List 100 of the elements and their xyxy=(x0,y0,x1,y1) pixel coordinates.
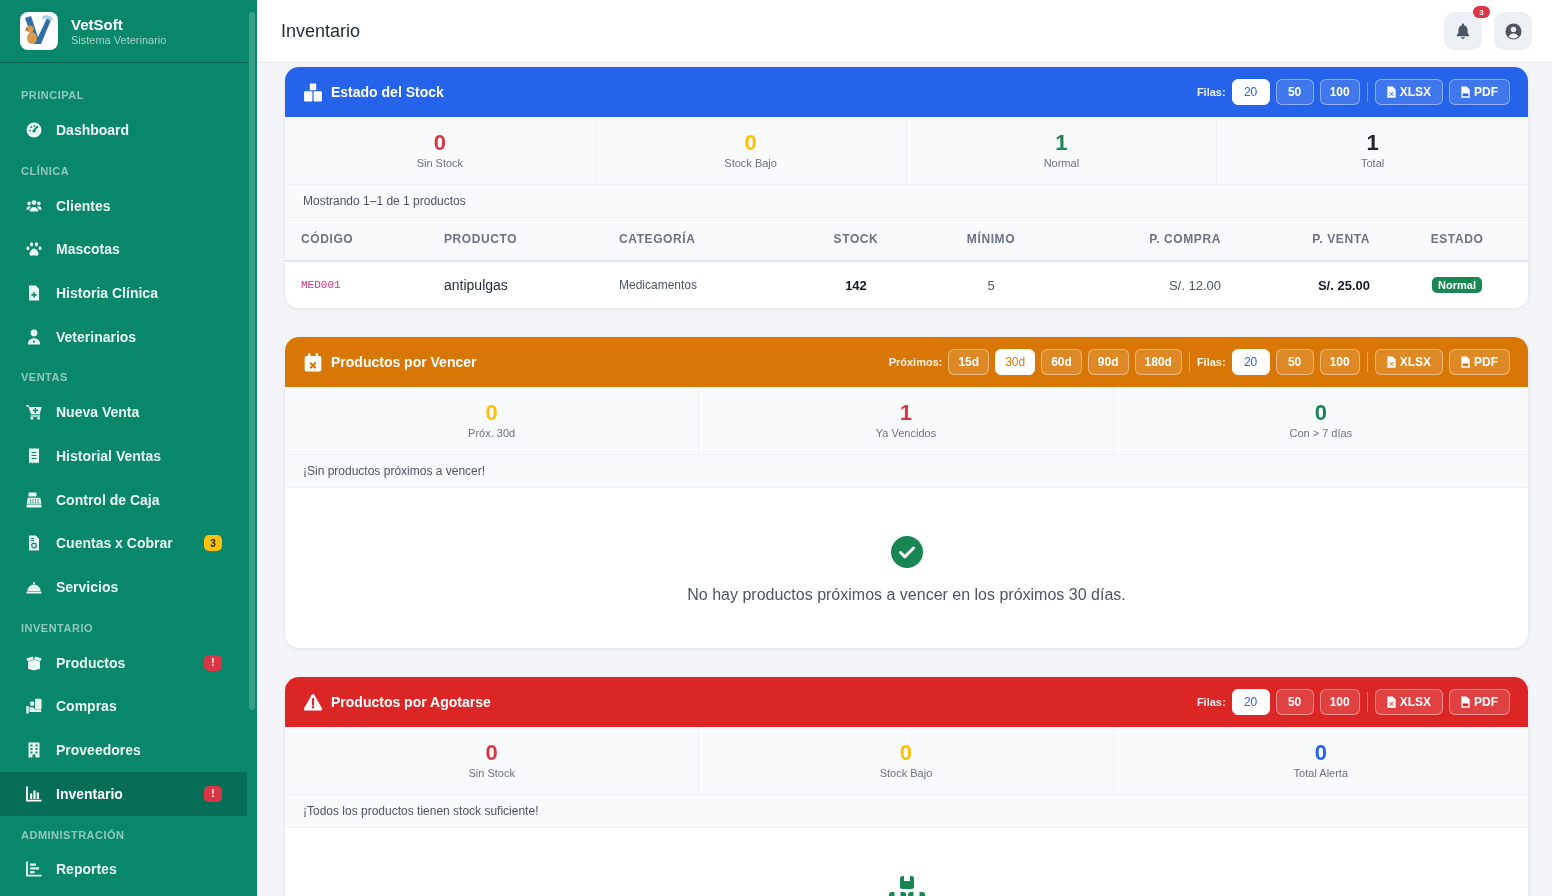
stat-label: Ya Vencidos xyxy=(875,426,937,440)
cash-register-icon xyxy=(26,491,42,508)
user-menu-button[interactable] xyxy=(1494,12,1532,50)
range-label: Próximos: xyxy=(888,356,943,368)
stat-value: 0 xyxy=(899,741,913,764)
nav-item[interactable]: Compras xyxy=(0,684,247,729)
page-size-button[interactable]: 50 xyxy=(1275,349,1314,375)
export-button[interactable]: PDF xyxy=(1449,349,1510,375)
spreadsheet-file-icon xyxy=(1386,86,1396,98)
pdf-file-icon xyxy=(1461,86,1470,98)
horizontal-bar-chart-icon xyxy=(26,861,42,878)
panel-title: Productos por Agotarse xyxy=(331,694,491,710)
nav-item[interactable]: Inventario ! xyxy=(0,771,247,816)
stat-value: 1 xyxy=(899,401,913,424)
results-info: ¡Sin productos próximos a vencer! xyxy=(285,455,1528,488)
results-info: ¡Todos los productos tienen stock suficiente! xyxy=(285,795,1528,828)
section-label: INVENTARIO xyxy=(20,620,95,636)
page-size-button[interactable]: 100 xyxy=(1319,689,1360,715)
export-button[interactable]: PDF xyxy=(1449,79,1510,105)
nav-item[interactable]: Veterinarios xyxy=(0,314,247,359)
scrollbar-thumb[interactable] xyxy=(249,12,255,710)
user-icon xyxy=(26,328,42,345)
section-label: CLÍNICA xyxy=(20,163,71,179)
stat-label: Próx. 30d xyxy=(468,426,516,440)
table-cell-text: S/. 25.00 xyxy=(1316,276,1371,295)
stat-label: Normal xyxy=(1043,156,1080,170)
panel-title: Productos por Vencer xyxy=(331,354,477,370)
section-label: PRINCIPAL xyxy=(20,88,85,103)
nav-item[interactable]: Reportes xyxy=(0,847,247,892)
bar-chart-icon xyxy=(26,785,42,802)
export-button[interactable]: XLSX xyxy=(1374,79,1443,105)
boxes-icon xyxy=(303,82,323,102)
column-header: PRODUCTO xyxy=(428,218,603,262)
page-size-button[interactable]: 20 xyxy=(1231,689,1270,715)
rows-label: Filas: xyxy=(1196,696,1226,708)
table-cell-text: 5 xyxy=(986,276,996,295)
building-icon xyxy=(26,742,42,759)
stat-value: 0 xyxy=(1314,741,1327,764)
page-size-button[interactable]: 100 xyxy=(1319,79,1360,105)
table-cell-text: MED001 xyxy=(300,278,342,293)
stat-value: 0 xyxy=(485,741,498,764)
rows-label: Filas: xyxy=(1196,86,1226,98)
section-label: VENTAS xyxy=(20,370,69,386)
export-button[interactable]: XLSX xyxy=(1374,349,1443,375)
column-header: ESTADO xyxy=(1386,218,1528,262)
table-cell-text: antipulgas xyxy=(443,276,509,295)
range-button[interactable]: 90d xyxy=(1087,349,1129,375)
nav-item[interactable]: Productos ! xyxy=(0,640,247,685)
nav-item[interactable]: Proveedores xyxy=(0,728,247,772)
pdf-file-icon xyxy=(1461,696,1470,708)
stat-label: Con > 7 días xyxy=(1289,426,1353,440)
table-cell-text: S/. 12.00 xyxy=(1167,276,1222,295)
nav-item[interactable]: Historial Ventas xyxy=(0,434,247,478)
stat-value: 0 xyxy=(485,401,498,424)
page-size-button[interactable]: 50 xyxy=(1275,689,1314,715)
panel-title: Estado del Stock xyxy=(331,84,444,100)
export-button[interactable]: XLSX xyxy=(1374,689,1443,715)
receipt-icon xyxy=(26,447,42,464)
nav-item[interactable]: Cuentas x Cobrar 3 xyxy=(0,521,247,566)
page-size-button[interactable]: 20 xyxy=(1231,79,1270,105)
check-circle-icon xyxy=(890,536,923,568)
count-badge: 3 xyxy=(204,535,222,552)
page-size-button[interactable]: 50 xyxy=(1275,79,1314,105)
spreadsheet-file-icon xyxy=(1386,696,1396,708)
range-button[interactable]: 60d xyxy=(1041,349,1082,375)
table-cell-text: Medicamentos xyxy=(618,277,699,294)
medical-file-icon xyxy=(26,284,42,301)
range-button[interactable]: 180d xyxy=(1134,349,1182,375)
pdf-file-icon xyxy=(1461,356,1470,368)
stat-label: Stock Bajo xyxy=(879,766,933,780)
nav-item[interactable]: Historia Clínica xyxy=(0,271,247,315)
column-header: P. VENTA xyxy=(1237,218,1386,262)
notification-count: 3 xyxy=(1473,6,1490,18)
column-header: MÍNIMO xyxy=(919,218,1063,262)
empty-message: No hay productos próximos a vencer en los próximos 30 días. xyxy=(687,586,1126,604)
nav-item[interactable]: Servicios xyxy=(0,565,247,609)
page-size-button[interactable]: 100 xyxy=(1319,349,1360,375)
nav-item[interactable]: Dashboard xyxy=(0,108,247,152)
gauge-icon xyxy=(26,121,42,138)
column-header: CÓDIGO xyxy=(285,218,428,262)
nav-item[interactable]: Clientes xyxy=(0,183,247,228)
app-subtitle: Sistema Veterinario xyxy=(71,34,167,46)
hand-box-icon xyxy=(26,698,42,715)
range-button[interactable]: 30d xyxy=(995,349,1036,375)
stat-value: 0 xyxy=(433,131,446,154)
range-button[interactable]: 15d xyxy=(948,349,990,375)
stat-value: 0 xyxy=(744,131,757,154)
page-size-button[interactable]: 20 xyxy=(1231,349,1270,375)
nav-item[interactable]: Mascotas xyxy=(0,227,247,272)
stat-value: 0 xyxy=(1314,401,1327,424)
nav-item[interactable]: Nueva Venta xyxy=(0,390,247,435)
export-button[interactable]: PDF xyxy=(1449,689,1510,715)
nav-item[interactable]: Control de Caja xyxy=(0,477,247,522)
status-badge: Normal xyxy=(1432,277,1482,293)
paw-icon xyxy=(26,241,42,258)
calendar-x-icon xyxy=(303,352,323,372)
user-avatar-icon xyxy=(1504,22,1522,40)
warning-icon xyxy=(303,692,323,712)
stat-label: Stock Bajo xyxy=(724,156,777,170)
stat-label: Sin Stock xyxy=(416,156,464,170)
